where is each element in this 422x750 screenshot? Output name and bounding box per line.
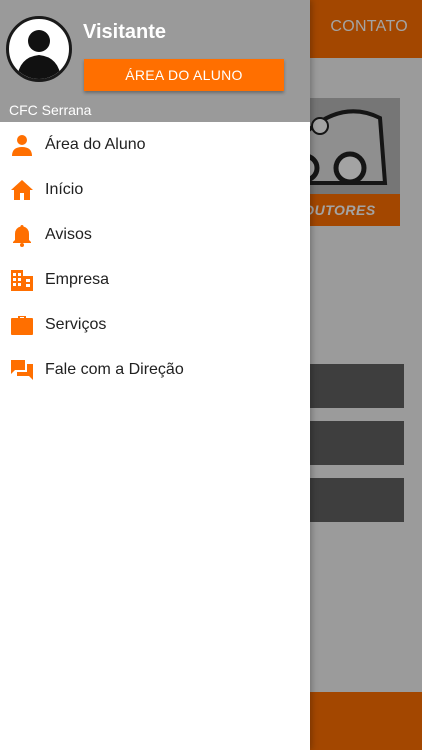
navigation-drawer: Visitante ÁREA DO ALUNO CFC Serrana Área… bbox=[0, 0, 310, 750]
home-icon bbox=[9, 177, 35, 203]
drawer-header: Visitante ÁREA DO ALUNO CFC Serrana bbox=[0, 0, 310, 122]
username: Visitante bbox=[83, 21, 166, 43]
menu-item-label: Empresa bbox=[45, 270, 110, 288]
menu-item-servicos[interactable]: Serviços bbox=[0, 302, 310, 347]
menu-item-area-do-aluno[interactable]: Área do Aluno bbox=[0, 122, 310, 167]
school-name: CFC Serrana bbox=[9, 102, 92, 118]
bell-icon bbox=[9, 222, 35, 248]
menu-item-label: Área do Aluno bbox=[45, 135, 146, 153]
avatar[interactable] bbox=[6, 16, 72, 82]
menu-item-label: Avisos bbox=[45, 225, 92, 243]
user-silhouette-icon bbox=[17, 30, 61, 79]
building-icon bbox=[9, 267, 35, 293]
menu-item-avisos[interactable]: Avisos bbox=[0, 212, 310, 257]
menu-item-label: Serviços bbox=[45, 315, 107, 333]
menu-item-fale-com-a-direcao[interactable]: Fale com a Direção bbox=[0, 347, 310, 392]
student-area-button[interactable]: ÁREA DO ALUNO bbox=[84, 59, 284, 91]
menu-item-inicio[interactable]: Início bbox=[0, 167, 310, 212]
briefcase-icon bbox=[9, 312, 35, 338]
menu-item-label: Início bbox=[45, 180, 84, 198]
drawer-menu: Área do Aluno Início Avisos Empresa Serv… bbox=[0, 122, 310, 392]
chat-icon bbox=[9, 357, 35, 383]
menu-item-label: Fale com a Direção bbox=[45, 360, 184, 378]
person-icon bbox=[9, 132, 35, 158]
menu-item-empresa[interactable]: Empresa bbox=[0, 257, 310, 302]
